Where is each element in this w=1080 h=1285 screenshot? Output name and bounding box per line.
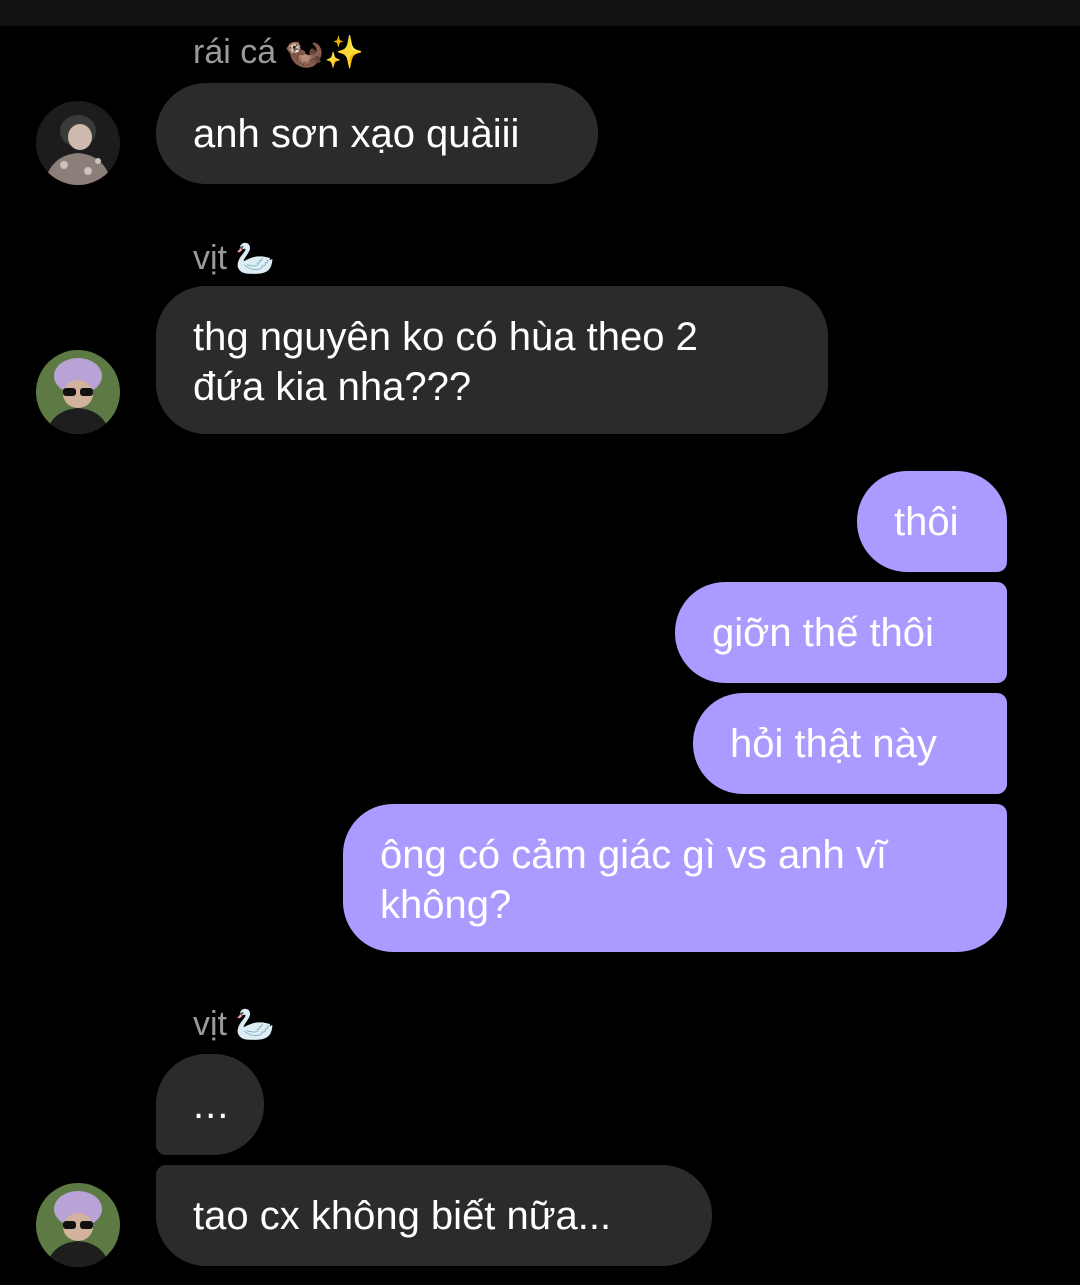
swan-emoji: 🦢: [235, 1006, 275, 1042]
swan-emoji: 🦢: [235, 240, 275, 276]
avatar-vit[interactable]: [36, 350, 120, 434]
avatar-raica[interactable]: [36, 101, 120, 185]
message-text-line: thg nguyên ko có hùa theo 2: [193, 315, 698, 359]
message-bubble-outgoing[interactable]: ông có cảm giác gì vs anh vĩ không?: [343, 804, 1007, 952]
message-bubble[interactable]: thg nguyên ko có hùa theo 2 đứa kia nha?…: [156, 286, 828, 434]
message-bubble-outgoing[interactable]: giỡn thế thôi: [675, 582, 1007, 683]
avatar-image: [36, 350, 120, 434]
top-bar: [0, 0, 1080, 26]
message-text: giỡn thế thôi: [712, 611, 934, 655]
message-text-line: ông có cảm giác gì vs anh vĩ: [380, 833, 887, 877]
otter-sparkles-emoji: 🦦✨: [284, 34, 364, 70]
sender-name-raica: rái cá 🦦✨: [193, 33, 364, 71]
message-bubble-outgoing[interactable]: thôi: [857, 471, 1007, 572]
message-text: hỏi thật này: [730, 722, 937, 766]
message-bubble[interactable]: anh sơn xạo quàiii: [156, 83, 598, 184]
avatar-vit[interactable]: [36, 1183, 120, 1267]
message-bubble-outgoing[interactable]: hỏi thật này: [693, 693, 1007, 794]
avatar-image: [36, 101, 120, 185]
message-text-line: không?: [380, 883, 512, 927]
message-bubble[interactable]: tao cx không biết nữa...: [156, 1165, 712, 1266]
message-text: thôi: [894, 500, 959, 544]
sender-name-vit: vịt 🦢: [193, 1005, 275, 1043]
message-text: anh sơn xạo quàiii: [193, 112, 520, 156]
avatar-image: [36, 1183, 120, 1267]
message-text-line: đứa kia nha???: [193, 365, 472, 409]
message-text: tao cx không biết nữa...: [193, 1194, 612, 1238]
message-text: ...: [193, 1083, 230, 1127]
sender-name-vit: vịt 🦢: [193, 239, 275, 277]
message-bubble[interactable]: ...: [156, 1054, 264, 1155]
